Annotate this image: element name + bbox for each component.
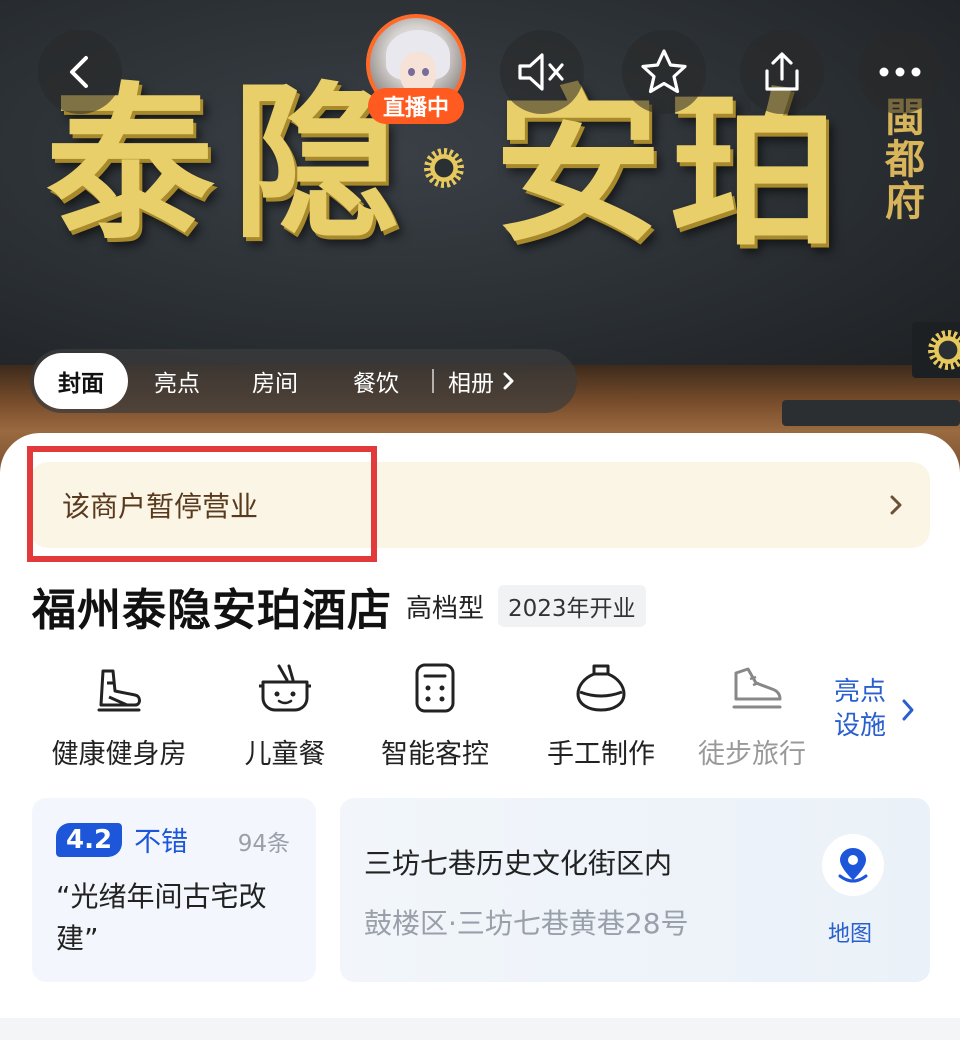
more-facilities-label-line2: 设施 [834,710,887,741]
chevron-right-icon [890,495,902,515]
side-calligraphy: 閩都府 [878,96,925,222]
avatar-eye-right [422,68,429,76]
hotel-name: 福州泰隐安珀酒店 [32,585,392,636]
hiking-shoe-icon [732,667,782,709]
more-facilities-label: 亮点 设施 [834,676,898,744]
handcraft-icon [576,664,626,712]
review-quote: “光绪年间古宅改建” [56,880,267,955]
tab-dining[interactable]: 餐饮 [324,353,428,409]
tab-album[interactable]: 相册 [448,353,518,409]
hero-image[interactable]: 泰 隐 安 珀 閩都府 直播中 封面 亮点 房间 餐饮 相册 [0,0,960,475]
hero-tabbar: 封面 亮点 房间 餐饮 相册 [30,349,577,413]
more-button[interactable] [858,30,942,114]
chevron-right-icon [902,699,914,721]
facility-smart-control-label: 智能客控 [381,739,489,770]
back-button[interactable] [38,30,122,114]
tab-divider [432,369,434,393]
chevron-right-icon [503,372,514,390]
facility-kids-meal[interactable]: 儿童餐 [200,660,370,771]
more-dots-icon [879,67,921,77]
facility-handcraft[interactable]: 手工制作 [516,660,686,771]
tab-album-label: 相册 [448,371,494,397]
map-label[interactable]: 地图 [828,916,872,948]
highlight-annotation-box [27,446,377,562]
facility-gym-label: 健康健身房 [51,739,187,770]
facility-smart-control[interactable]: 智能客控 [350,660,520,771]
chevron-left-icon [70,56,88,88]
rating-card[interactable]: 4.2 不错 94条 “光绪年间古宅改建” [32,798,316,982]
avatar-eye-left [408,68,415,76]
more-facilities-label-line1: 亮点 [834,677,887,707]
facility-kids-meal-label: 儿童餐 [244,739,326,770]
map-button[interactable] [822,834,884,896]
facility-handcraft-label: 手工制作 [547,739,655,770]
counter-shadow [782,400,960,426]
rating-summary: 4.2 不错 [56,820,188,859]
live-badge[interactable]: 直播中 [368,88,464,124]
hotel-title-row: 福州泰隐安珀酒店 高档型 2023年开业 [32,574,646,638]
address-card[interactable]: 三坊七巷历史文化街区内 鼓楼区·三坊七巷黄巷28号 地图 [340,798,930,982]
address-detail: 鼓楼区·三坊七巷黄巷28号 [364,907,689,940]
tab-rooms[interactable]: 房间 [226,353,324,409]
share-button[interactable] [740,30,824,114]
rating-word: 不错 [134,827,189,858]
smart-control-icon [415,663,455,713]
hotel-type: 高档型 [406,593,485,624]
more-facilities-button[interactable]: 亮点 设施 [834,676,918,744]
side-plaque [912,322,960,378]
facility-row: 健康健身房 儿童餐 智能客控 手工制作 徒步旅行 [0,660,960,770]
opening-year-tag: 2023年开业 [498,585,646,627]
tab-highlights[interactable]: 亮点 [128,353,226,409]
gym-icon [97,669,141,712]
tab-cover[interactable]: 封面 [34,353,128,409]
facility-hiking-label: 徒步旅行 [698,739,806,770]
rating-score: 4.2 [56,822,123,857]
star-icon [641,49,687,94]
volume-mute-icon [518,53,564,91]
sign-char-4: 珀 [670,71,838,269]
map-pin-icon [838,848,868,883]
address-area: 三坊七巷历史文化街区内 [364,847,673,880]
mute-button[interactable] [500,30,584,114]
hotel-detail-page: 泰 隐 安 珀 閩都府 直播中 封面 亮点 房间 餐饮 相册 该商户暂停营业 福… [0,0,960,1040]
kids-meal-icon [259,664,311,712]
review-count: 94条 [237,831,290,857]
facility-gym[interactable]: 健康健身房 [34,660,204,771]
facility-hiking[interactable]: 徒步旅行 [672,660,842,771]
plaque-sun-icon [928,330,960,370]
share-icon [765,52,799,91]
sun-logo-icon [424,148,464,188]
favorite-button[interactable] [622,30,706,114]
